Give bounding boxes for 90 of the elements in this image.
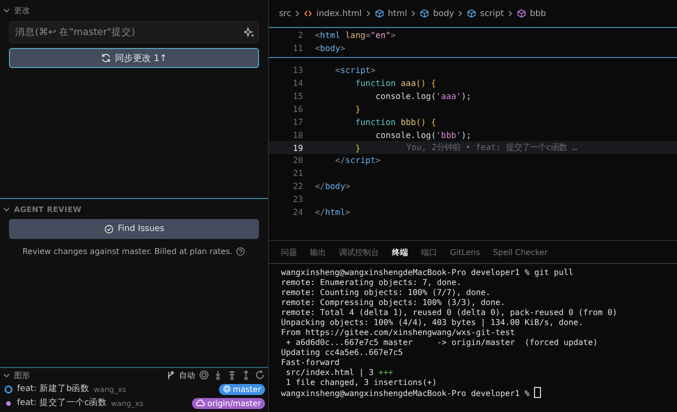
cube-icon bbox=[420, 9, 430, 18]
commit-message-field[interactable]: 消息(⌘↩ 在"master"提交) bbox=[9, 21, 259, 43]
line-number: 20 bbox=[292, 155, 304, 166]
code-text: } bbox=[354, 104, 360, 114]
code-text: </script> bbox=[334, 155, 381, 166]
breadcrumb-item[interactable]: html bbox=[388, 8, 408, 18]
terminal-line: Unpacking objects: 100% (4/4), 403 bytes | 134.00 KiB/s, done. bbox=[281, 317, 584, 327]
code-text: <body> bbox=[315, 43, 346, 54]
code-text: console.log('aaa'); bbox=[374, 91, 472, 101]
terminal-line: Updating cc4a5e6..667e7c5 bbox=[281, 347, 403, 357]
chevron-right-icon bbox=[508, 10, 513, 17]
code-text: function aaa() { bbox=[354, 78, 436, 88]
commit-message[interactable]: feat: 新建了b函数 bbox=[17, 383, 90, 395]
line-number: 17 bbox=[292, 116, 304, 127]
branch-badge: origin/master bbox=[192, 398, 265, 408]
cube-icon bbox=[467, 9, 476, 18]
panel-tab[interactable]: 终端 bbox=[392, 246, 408, 258]
code-text: function bbb() { bbox=[354, 116, 436, 127]
branch-badge: master bbox=[218, 384, 265, 394]
sync-changes-button[interactable]: 同步更改 1↑ bbox=[9, 48, 259, 68]
terminal-line: remote: Compressing objects: 100% (3/3), done. bbox=[281, 297, 506, 307]
section-title: 更改 bbox=[14, 4, 30, 16]
check-circle-icon bbox=[104, 224, 114, 234]
code-text: } bbox=[354, 142, 360, 153]
cloud-icon bbox=[196, 399, 206, 407]
panel-tab[interactable]: 输出 bbox=[310, 246, 326, 258]
terminal-cursor bbox=[534, 387, 542, 398]
find-issues-button[interactable]: Find Issues bbox=[9, 219, 259, 239]
code-text: </body> bbox=[315, 181, 350, 192]
line-number: 21 bbox=[292, 168, 304, 178]
breadcrumb-item[interactable]: bbb bbox=[530, 8, 546, 18]
terminal-line: 1 file changed, 3 insertions(+) bbox=[284, 377, 437, 387]
line-number: 14 bbox=[292, 78, 304, 88]
chevron-down-icon[interactable] bbox=[3, 372, 10, 378]
chevron-down-icon[interactable] bbox=[3, 206, 10, 212]
chevron-right-icon bbox=[411, 10, 416, 17]
panel-tab[interactable]: 端口 bbox=[421, 246, 437, 258]
chevron-right-icon bbox=[458, 10, 464, 17]
terminal-line: Fast-forward bbox=[281, 357, 340, 367]
line-number: 22 bbox=[292, 181, 304, 192]
review-note: Review changes against master. Billed at plan rates. bbox=[22, 247, 232, 256]
pull-icon[interactable] bbox=[227, 370, 237, 380]
line-number: 11 bbox=[292, 43, 304, 54]
refresh-icon[interactable] bbox=[255, 370, 265, 380]
code-brackets-icon bbox=[304, 10, 312, 17]
panel-tab[interactable]: 问题 bbox=[281, 246, 297, 258]
terminal-line: remote: Enumerating objects: 7, done. bbox=[281, 277, 462, 287]
breadcrumb-item[interactable]: body bbox=[433, 8, 454, 18]
chevron-right-icon bbox=[366, 10, 371, 17]
breadcrumb-item[interactable]: script bbox=[480, 8, 504, 18]
terminal-line: src/index.html | 3 +++ bbox=[284, 367, 394, 377]
auto-toggle[interactable]: 自动 bbox=[179, 370, 195, 380]
cube-icon bbox=[374, 9, 384, 18]
terminal-line: From https://gitee.com/xinshengwang/wxs-git-test bbox=[281, 327, 515, 337]
panel-tab[interactable]: 调试控制台 bbox=[339, 246, 379, 258]
push-icon[interactable] bbox=[241, 370, 251, 380]
terminal-line: wangxinsheng@wangxinshengdeMacBook-Pro developer1 % git pull bbox=[281, 267, 574, 277]
line-number: 13 bbox=[292, 65, 304, 76]
breadcrumb-item[interactable]: index.html bbox=[316, 8, 362, 18]
sparkle-icon[interactable] bbox=[244, 27, 254, 37]
branch-icon bbox=[166, 370, 175, 380]
target-icon bbox=[222, 385, 231, 393]
git-blame-annotation: You, 2分钟前 • feat: 提交了一个c函数 … bbox=[406, 142, 578, 154]
target-icon[interactable] bbox=[199, 370, 209, 380]
panel-tab[interactable]: GitLens bbox=[450, 248, 480, 256]
section-title: 图形 bbox=[14, 370, 30, 380]
line-number: 19 bbox=[292, 142, 304, 153]
code-text: <script> bbox=[334, 65, 376, 76]
help-icon[interactable] bbox=[236, 247, 246, 256]
line-number: 23 bbox=[292, 194, 304, 204]
line-number: 16 bbox=[292, 104, 304, 114]
chevron-down-icon[interactable] bbox=[3, 6, 10, 14]
terminal-line: + a6d6d0c...667e7c5 master -> origin/master (forced update) bbox=[284, 337, 598, 347]
commit-message[interactable]: feat: 提交了一个c函数 bbox=[17, 397, 108, 409]
sync-icon bbox=[100, 53, 111, 63]
fetch-icon[interactable] bbox=[213, 370, 223, 380]
line-number: 15 bbox=[292, 91, 304, 101]
cube-icon bbox=[516, 9, 526, 18]
panel-tab[interactable]: Spell Checker bbox=[493, 248, 548, 256]
chevron-right-icon bbox=[295, 10, 300, 17]
line-number: 24 bbox=[292, 207, 304, 218]
code-text: <html lang="en"> bbox=[315, 30, 396, 40]
terminal-prompt: wangxinsheng@wangxinshengdeMacBook-Pro developer1 % bbox=[281, 388, 531, 398]
terminal-line: remote: Counting objects: 100% (7/7), done. bbox=[281, 287, 491, 297]
line-number: 18 bbox=[292, 130, 304, 140]
breadcrumb-item[interactable]: src bbox=[279, 8, 292, 18]
code-text: </html> bbox=[315, 207, 350, 218]
terminal-line: remote: Total 4 (delta 1), reused 0 (delta 0), pack-reused 0 (from 0) bbox=[281, 307, 618, 317]
code-text: console.log('bbb'); bbox=[374, 130, 472, 140]
line-number: 2 bbox=[296, 30, 304, 40]
